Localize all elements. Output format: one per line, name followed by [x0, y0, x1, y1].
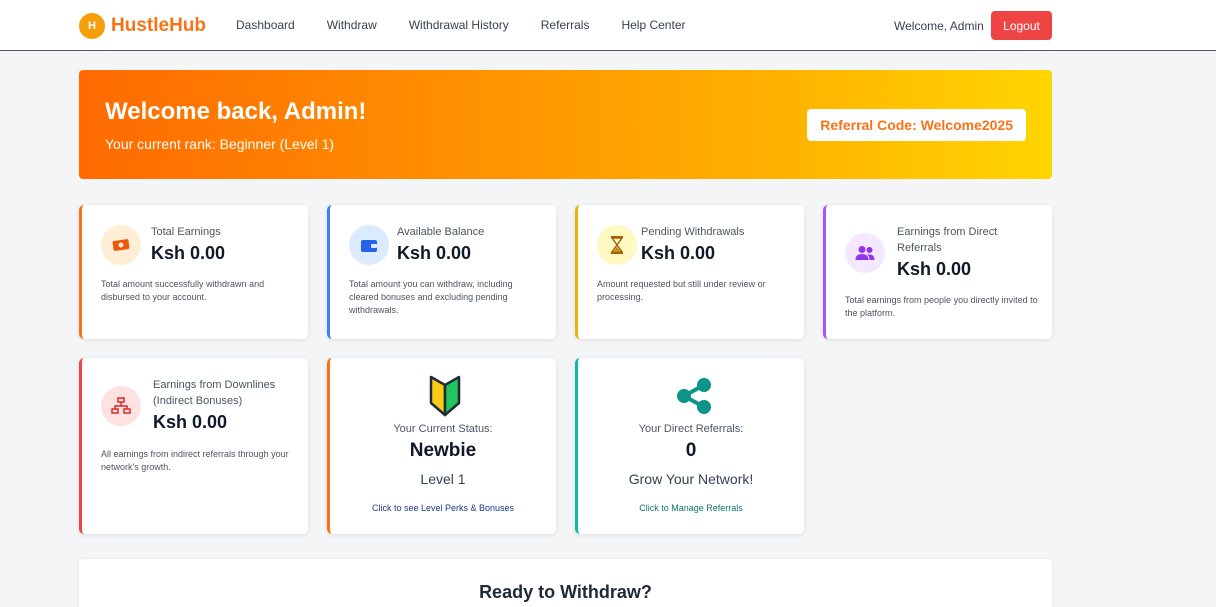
referrals-label: Your Direct Referrals: — [638, 423, 744, 435]
level-perks-link[interactable]: Click to see Level Perks & Bonuses — [330, 503, 556, 513]
referrals-count: 0 — [685, 440, 697, 461]
nav-link-withdraw[interactable]: Withdraw — [327, 18, 377, 32]
wallet-icon — [349, 225, 389, 265]
brand-name: HustleHub — [111, 15, 206, 36]
stat-description: Total earnings from people you directly … — [845, 295, 1038, 318]
stat-value: Ksh 0.00 — [397, 243, 472, 263]
available-balance-card: Available Balance Ksh 0.00 Total amount … — [327, 205, 556, 339]
stat-description: Total amount successfully withdrawn and … — [101, 279, 265, 302]
welcome-title: Welcome back, Admin! — [105, 98, 367, 125]
welcome-banner: Welcome back, Admin! Your current rank: … — [79, 70, 1052, 179]
total-earnings-card: Total Earnings Ksh 0.00 Total amount suc… — [79, 205, 308, 339]
stat-description: Amount requested but still under review … — [597, 279, 766, 302]
network-icon — [101, 386, 141, 426]
referral-code-badge[interactable]: Referral Code: Welcome2025 — [807, 109, 1026, 141]
pending-withdrawals-card: Pending Withdrawals Ksh 0.00 Amount requ… — [575, 205, 804, 339]
brand-logo[interactable]: H HustleHub — [79, 13, 206, 39]
stat-value: Ksh 0.00 — [641, 243, 716, 263]
beginner-mark-icon — [429, 375, 461, 422]
nav-link-withdrawal-history[interactable]: Withdrawal History — [409, 18, 509, 32]
stat-description: All earnings from indirect referrals thr… — [101, 449, 289, 472]
nav-link-help-center[interactable]: Help Center — [621, 18, 685, 32]
manage-referrals-link[interactable]: Click to Manage Referrals — [578, 503, 804, 513]
withdraw-section: Ready to Withdraw? — [79, 559, 1052, 607]
brand-badge-icon: H — [79, 13, 105, 39]
hourglass-icon — [597, 225, 637, 265]
status-value: Newbie — [409, 440, 477, 461]
stat-label: Available Balance — [397, 226, 485, 238]
stat-description: Total amount you can withdraw, including… — [349, 279, 513, 315]
rank-text: Your current rank: Beginner (Level 1) — [105, 136, 335, 152]
stat-value: Ksh 0.00 — [153, 412, 228, 432]
stat-label: Pending Withdrawals — [641, 226, 745, 238]
stat-label: Earnings from Direct Referrals — [897, 226, 998, 254]
downline-earnings-card: Earnings from Downlines (Indirect Bonuse… — [79, 358, 308, 534]
current-status-card[interactable]: Your Current Status: Newbie Level 1 Clic… — [327, 358, 556, 534]
referrals-tagline: Grow Your Network! — [628, 471, 754, 487]
money-icon — [101, 225, 141, 265]
welcome-text: Welcome, Admin — [894, 19, 984, 33]
nav-links: Dashboard Withdraw Withdrawal History Re… — [236, 18, 717, 32]
direct-referrals-card[interactable]: Your Direct Referrals: 0 Grow Your Netwo… — [575, 358, 804, 534]
direct-referral-earnings-card: Earnings from Direct Referrals Ksh 0.00 … — [823, 205, 1052, 339]
stat-value: Ksh 0.00 — [897, 259, 972, 279]
stat-label: Total Earnings — [151, 226, 221, 238]
status-level: Level 1 — [420, 471, 466, 487]
share-icon — [676, 377, 712, 420]
withdraw-title: Ready to Withdraw? — [479, 582, 652, 602]
top-navbar: H HustleHub Dashboard Withdraw Withdrawa… — [0, 0, 1216, 51]
users-icon — [845, 233, 885, 273]
stat-value: Ksh 0.00 — [151, 243, 226, 263]
nav-link-referrals[interactable]: Referrals — [541, 18, 590, 32]
stat-label: Earnings from Downlines (Indirect Bonuse… — [153, 379, 276, 407]
nav-link-dashboard[interactable]: Dashboard — [236, 18, 295, 32]
logout-button[interactable]: Logout — [991, 11, 1052, 40]
status-label: Your Current Status: — [393, 423, 493, 435]
